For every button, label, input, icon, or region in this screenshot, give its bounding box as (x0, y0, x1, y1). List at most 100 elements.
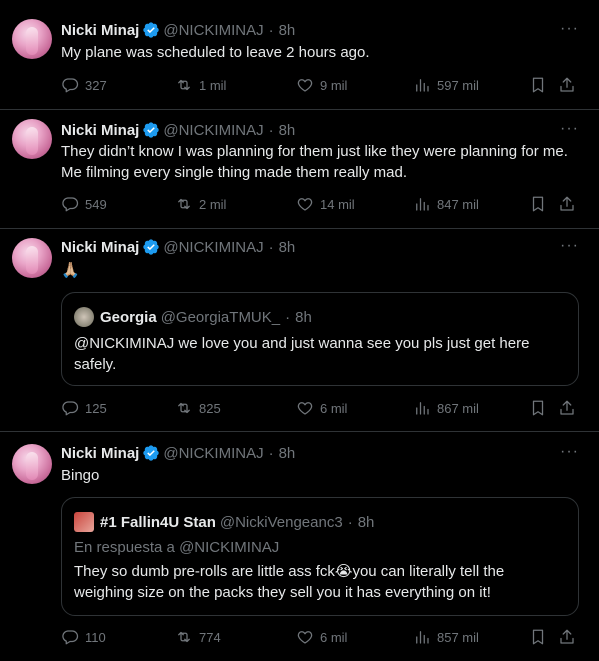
reply-icon (62, 78, 79, 93)
separator-dot: · (268, 444, 274, 462)
timestamp[interactable]: 8h (279, 122, 296, 139)
like-count: 9 mil (320, 77, 348, 93)
like-button[interactable]: 14 mil (296, 194, 355, 214)
views-icon (416, 402, 429, 415)
reply-count: 125 (85, 400, 107, 416)
timestamp[interactable]: 8h (279, 239, 296, 256)
reply-button[interactable]: 327 (61, 75, 107, 95)
timestamp[interactable]: 8h (279, 22, 296, 39)
retweet-count: 2 mil (199, 196, 227, 212)
retweet-count: 825 (199, 400, 221, 416)
retweet-icon (178, 198, 190, 210)
tweet-header: Nicki Minaj @NICKIMINAJ · 8h (61, 237, 295, 257)
views-count: 847 mil (437, 196, 479, 212)
share-icon (560, 400, 574, 415)
retweet-button[interactable]: 774 (175, 627, 221, 647)
reply-count: 327 (85, 77, 107, 93)
author-name[interactable]: Nicki Minaj (61, 445, 139, 462)
tweet-actions: 125 825 6 mil 867 mil (61, 398, 581, 418)
bookmark-icon (532, 400, 544, 416)
views-button[interactable]: 847 mil (413, 194, 479, 214)
like-count: 6 mil (320, 629, 348, 645)
like-button[interactable]: 6 mil (296, 627, 347, 647)
share-button[interactable] (558, 398, 576, 418)
author-handle[interactable]: @NICKIMINAJ (163, 239, 263, 256)
verified-icon (142, 238, 160, 256)
tweet[interactable]: Nicki Minaj @NICKIMINAJ · 8h ··· Bingo #… (0, 432, 599, 661)
avatar[interactable] (12, 444, 52, 484)
share-icon (560, 77, 574, 92)
author-name[interactable]: Nicki Minaj (61, 22, 139, 39)
share-icon (560, 629, 574, 644)
share-icon (560, 196, 574, 211)
quoted-author-name: #1 Fallin4U Stan (100, 513, 216, 531)
bookmark-button[interactable] (529, 75, 547, 95)
bookmark-button[interactable] (529, 627, 547, 647)
retweet-icon (178, 79, 190, 91)
separator-dot: · (285, 308, 291, 326)
author-name[interactable]: Nicki Minaj (61, 122, 139, 139)
views-count: 857 mil (437, 629, 479, 645)
tweet[interactable]: Nicki Minaj @NICKIMINAJ · 8h ··· 🙏🏼 Geor… (0, 229, 599, 432)
bookmark-button[interactable] (529, 194, 547, 214)
like-icon (297, 79, 313, 92)
tweet-actions: 327 1 mil 9 mil 597 mil (61, 75, 581, 95)
retweet-button[interactable]: 1 mil (175, 75, 226, 95)
views-button[interactable]: 857 mil (413, 627, 479, 647)
reply-button[interactable]: 125 (61, 398, 107, 418)
like-icon (297, 198, 313, 211)
tweet[interactable]: Nicki Minaj @NICKIMINAJ · 8h ··· My plan… (0, 0, 599, 110)
separator-dot: · (347, 513, 353, 531)
views-button[interactable]: 597 mil (413, 75, 479, 95)
avatar[interactable] (12, 238, 52, 278)
quoted-timestamp: 8h (295, 308, 312, 326)
quoted-tweet[interactable]: #1 Fallin4U Stan @NickiVengeanc3 · 8h En… (61, 497, 579, 616)
like-button[interactable]: 6 mil (296, 398, 347, 418)
quoted-timestamp: 8h (357, 513, 375, 531)
quoted-tweet-text: They so dumb pre-rolls are little ass fc… (74, 563, 505, 601)
author-handle[interactable]: @NICKIMINAJ (163, 122, 263, 139)
like-icon (297, 631, 313, 644)
bookmark-icon (532, 629, 544, 645)
more-icon[interactable]: ··· (560, 443, 579, 461)
author-name[interactable]: Nicki Minaj (61, 239, 139, 256)
more-icon[interactable]: ··· (560, 237, 579, 255)
views-icon (416, 79, 429, 92)
quoted-author-name: Georgia (100, 308, 157, 326)
more-icon[interactable]: ··· (560, 120, 579, 138)
share-button[interactable] (558, 627, 576, 647)
more-icon[interactable]: ··· (560, 20, 579, 38)
bookmark-button[interactable] (529, 398, 547, 418)
bookmark-icon (532, 77, 544, 93)
tweet[interactable]: Nicki Minaj @NICKIMINAJ · 8h ··· They di… (0, 110, 599, 229)
retweet-button[interactable]: 2 mil (175, 194, 226, 214)
views-button[interactable]: 867 mil (413, 398, 479, 418)
retweet-count: 1 mil (199, 77, 227, 93)
reply-count: 110 (85, 629, 106, 645)
author-handle[interactable]: @NICKIMINAJ (163, 22, 263, 39)
like-button[interactable]: 9 mil (296, 75, 347, 95)
share-button[interactable] (558, 194, 576, 214)
author-handle[interactable]: @NICKIMINAJ (163, 445, 263, 462)
reply-icon (62, 630, 79, 645)
views-icon (416, 631, 429, 644)
tweet-header: Nicki Minaj @NICKIMINAJ · 8h (61, 443, 295, 463)
avatar[interactable] (12, 19, 52, 59)
retweet-button[interactable]: 825 (175, 398, 221, 418)
quoted-author-handle: @NickiVengeanc3 (219, 513, 343, 531)
reply-count: 549 (85, 196, 107, 212)
tweet-header: Nicki Minaj @NICKIMINAJ · 8h (61, 20, 295, 40)
reply-button[interactable]: 110 (61, 627, 106, 647)
share-button[interactable] (558, 75, 576, 95)
quoted-avatar (74, 307, 94, 327)
quoted-tweet-text: @NICKIMINAJ we love you and just wanna s… (74, 335, 530, 373)
quoted-tweet[interactable]: Georgia @GeorgiaTMUK_ · 8h @NICKIMINAJ w… (61, 292, 579, 386)
separator-dot: · (268, 21, 274, 39)
avatar[interactable] (12, 119, 52, 159)
tweet-text: They didn’t know I was planning for them… (61, 143, 568, 181)
reply-button[interactable]: 549 (61, 194, 107, 214)
timestamp[interactable]: 8h (279, 445, 296, 462)
retweet-icon (178, 402, 190, 414)
verified-icon (142, 444, 160, 462)
like-icon (297, 402, 313, 415)
